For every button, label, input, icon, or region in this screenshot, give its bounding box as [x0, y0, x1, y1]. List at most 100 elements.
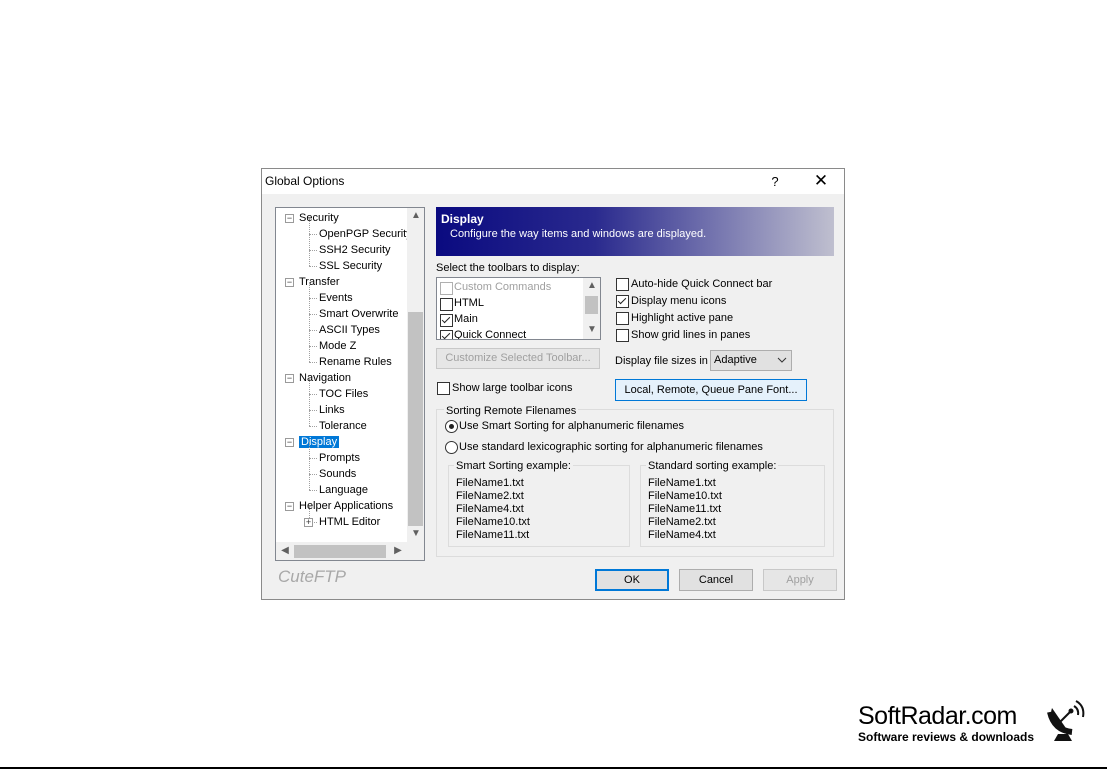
softradar-brand: SoftRadar.com — [858, 702, 1017, 730]
tree-connector — [309, 394, 310, 410]
tree-item-label: Rename Rules — [319, 356, 392, 368]
expand-icon[interactable]: + — [304, 518, 313, 527]
option-label: Highlight active pane — [631, 312, 734, 324]
help-button[interactable]: ? — [761, 169, 789, 194]
tree-item-label: Tolerance — [319, 420, 367, 432]
tree-item[interactable]: Language — [319, 482, 368, 498]
tree-connector — [309, 474, 310, 490]
tree-connector — [309, 442, 310, 458]
tree-horizontal-thumb[interactable] — [294, 545, 386, 558]
toolbar-checkbox[interactable] — [440, 314, 453, 327]
tree-item[interactable]: Mode Z — [319, 338, 356, 354]
tree-connector — [309, 410, 310, 426]
option-checkbox[interactable] — [616, 278, 629, 291]
smart-example-title: Smart Sorting example: — [454, 460, 573, 472]
customize-toolbar-button[interactable]: Customize Selected Toolbar... — [436, 348, 600, 369]
tree-item[interactable]: Navigation — [299, 370, 351, 386]
sorting-group-label: Sorting Remote Filenames — [444, 405, 579, 417]
scroll-right-arrow-icon[interactable]: ▶ — [390, 545, 406, 556]
tree-item[interactable]: Smart Overwrite — [319, 306, 398, 322]
example-filename: FileName11.txt — [648, 503, 722, 515]
toolbars-scroll-up-icon[interactable]: ▲ — [584, 280, 600, 291]
tree-item[interactable]: SSH2 Security — [319, 242, 391, 258]
window-title: Global Options — [265, 174, 345, 188]
tree-item-label: Navigation — [299, 372, 351, 384]
ok-button[interactable]: OK — [595, 569, 669, 591]
toolbars-label: Select the toolbars to display: — [436, 262, 580, 274]
tree-connector — [309, 362, 317, 363]
title-bar: Global Options ? ✕ — [262, 169, 844, 194]
scroll-left-arrow-icon[interactable]: ◀ — [277, 545, 293, 556]
tree-item[interactable]: Rename Rules — [319, 354, 392, 370]
tree-connector — [309, 426, 317, 427]
collapse-icon[interactable]: − — [285, 438, 294, 447]
tree-item-label: Smart Overwrite — [319, 308, 399, 320]
collapse-icon[interactable]: − — [285, 374, 294, 383]
example-filename: FileName1.txt — [456, 477, 524, 489]
large-icons-label: Show large toolbar icons — [452, 382, 573, 394]
tree-item[interactable]: OpenPGP Security — [319, 226, 412, 242]
tree-item[interactable]: ASCII Types — [319, 322, 380, 338]
standard-example-title: Standard sorting example: — [646, 460, 779, 472]
satellite-dish-icon — [1047, 700, 1085, 741]
close-button[interactable]: ✕ — [804, 169, 838, 194]
tree-item[interactable]: Display — [299, 434, 340, 450]
tree-connector — [309, 298, 310, 314]
option-checkbox[interactable] — [616, 312, 629, 325]
tree-item-label: Links — [319, 404, 345, 416]
toolbars-scroll-thumb[interactable] — [585, 296, 598, 314]
global-options-dialog: Global Options ? ✕ Security − OpenPGP Secu… — [261, 168, 845, 600]
tree-item[interactable]: Security — [299, 210, 339, 226]
file-sizes-label: Display file sizes in — [615, 355, 708, 367]
tree-item[interactable]: Transfer — [299, 274, 340, 290]
option-label: Show grid lines in panes — [631, 329, 751, 341]
apply-button[interactable]: Apply — [763, 569, 837, 591]
tree-connector — [309, 266, 317, 267]
collapse-icon[interactable]: − — [285, 278, 294, 287]
large-icons-checkbox[interactable] — [437, 382, 450, 395]
toolbar-item-label: Quick Connect — [454, 329, 527, 340]
tree-item[interactable]: SSL Security — [319, 258, 382, 274]
option-checkbox[interactable] — [616, 295, 629, 308]
toolbar-checkbox[interactable] — [440, 330, 453, 339]
cancel-button[interactable]: Cancel — [679, 569, 753, 591]
options-tree[interactable]: Security − OpenPGP Security SSH2 Security SS… — [275, 207, 425, 561]
tree-connector — [309, 234, 317, 235]
tree-connector — [309, 250, 310, 266]
option-checkbox[interactable] — [616, 329, 629, 342]
tree-connector — [309, 314, 310, 330]
tree-connector — [309, 250, 317, 251]
toolbars-listbox[interactable]: Custom Commands HTML Main Quick Connect ▲ ▼ — [436, 277, 601, 340]
toolbars-scroll-down-icon[interactable]: ▼ — [584, 324, 600, 335]
tree-vertical-thumb[interactable] — [408, 312, 423, 526]
tree-item-label: HTML Editor — [319, 516, 381, 528]
softradar-tagline: Software reviews & downloads — [858, 730, 1035, 744]
tree-item-label: Sounds — [319, 468, 357, 480]
tree-item-label: SSL Security — [319, 260, 383, 272]
tree-item-label: Language — [319, 484, 368, 496]
scroll-down-arrow-icon[interactable]: ▼ — [408, 528, 424, 539]
collapse-icon[interactable]: − — [285, 214, 294, 223]
tree-connector — [309, 314, 317, 315]
example-filename: FileName10.txt — [456, 516, 530, 528]
tree-item[interactable]: Events — [319, 290, 353, 306]
pane-font-button[interactable]: Local, Remote, Queue Pane Font... — [615, 379, 807, 401]
scroll-up-arrow-icon[interactable]: ▲ — [408, 210, 424, 221]
tree-connector — [309, 458, 310, 474]
collapse-icon[interactable]: − — [285, 502, 294, 511]
tree-connector — [309, 330, 310, 346]
toolbar-checkbox[interactable] — [440, 282, 453, 295]
tree-item[interactable]: Links — [319, 402, 345, 418]
smart-sorting-radio[interactable] — [445, 420, 458, 433]
standard-sorting-radio[interactable] — [445, 441, 458, 454]
tree-item[interactable]: Tolerance — [319, 418, 367, 434]
tree-item[interactable]: Prompts — [319, 450, 360, 466]
tree-item[interactable]: Sounds — [319, 466, 356, 482]
tree-item[interactable]: TOC Files — [319, 386, 368, 402]
toolbar-checkbox[interactable] — [440, 298, 453, 311]
tree-item[interactable]: HTML Editor — [319, 514, 380, 530]
section-subtitle: Configure the way items and windows are … — [450, 228, 707, 240]
file-sizes-select[interactable]: Adaptive — [710, 350, 792, 371]
example-filename: FileName1.txt — [648, 477, 716, 489]
tree-item[interactable]: Helper Applications — [299, 498, 393, 514]
